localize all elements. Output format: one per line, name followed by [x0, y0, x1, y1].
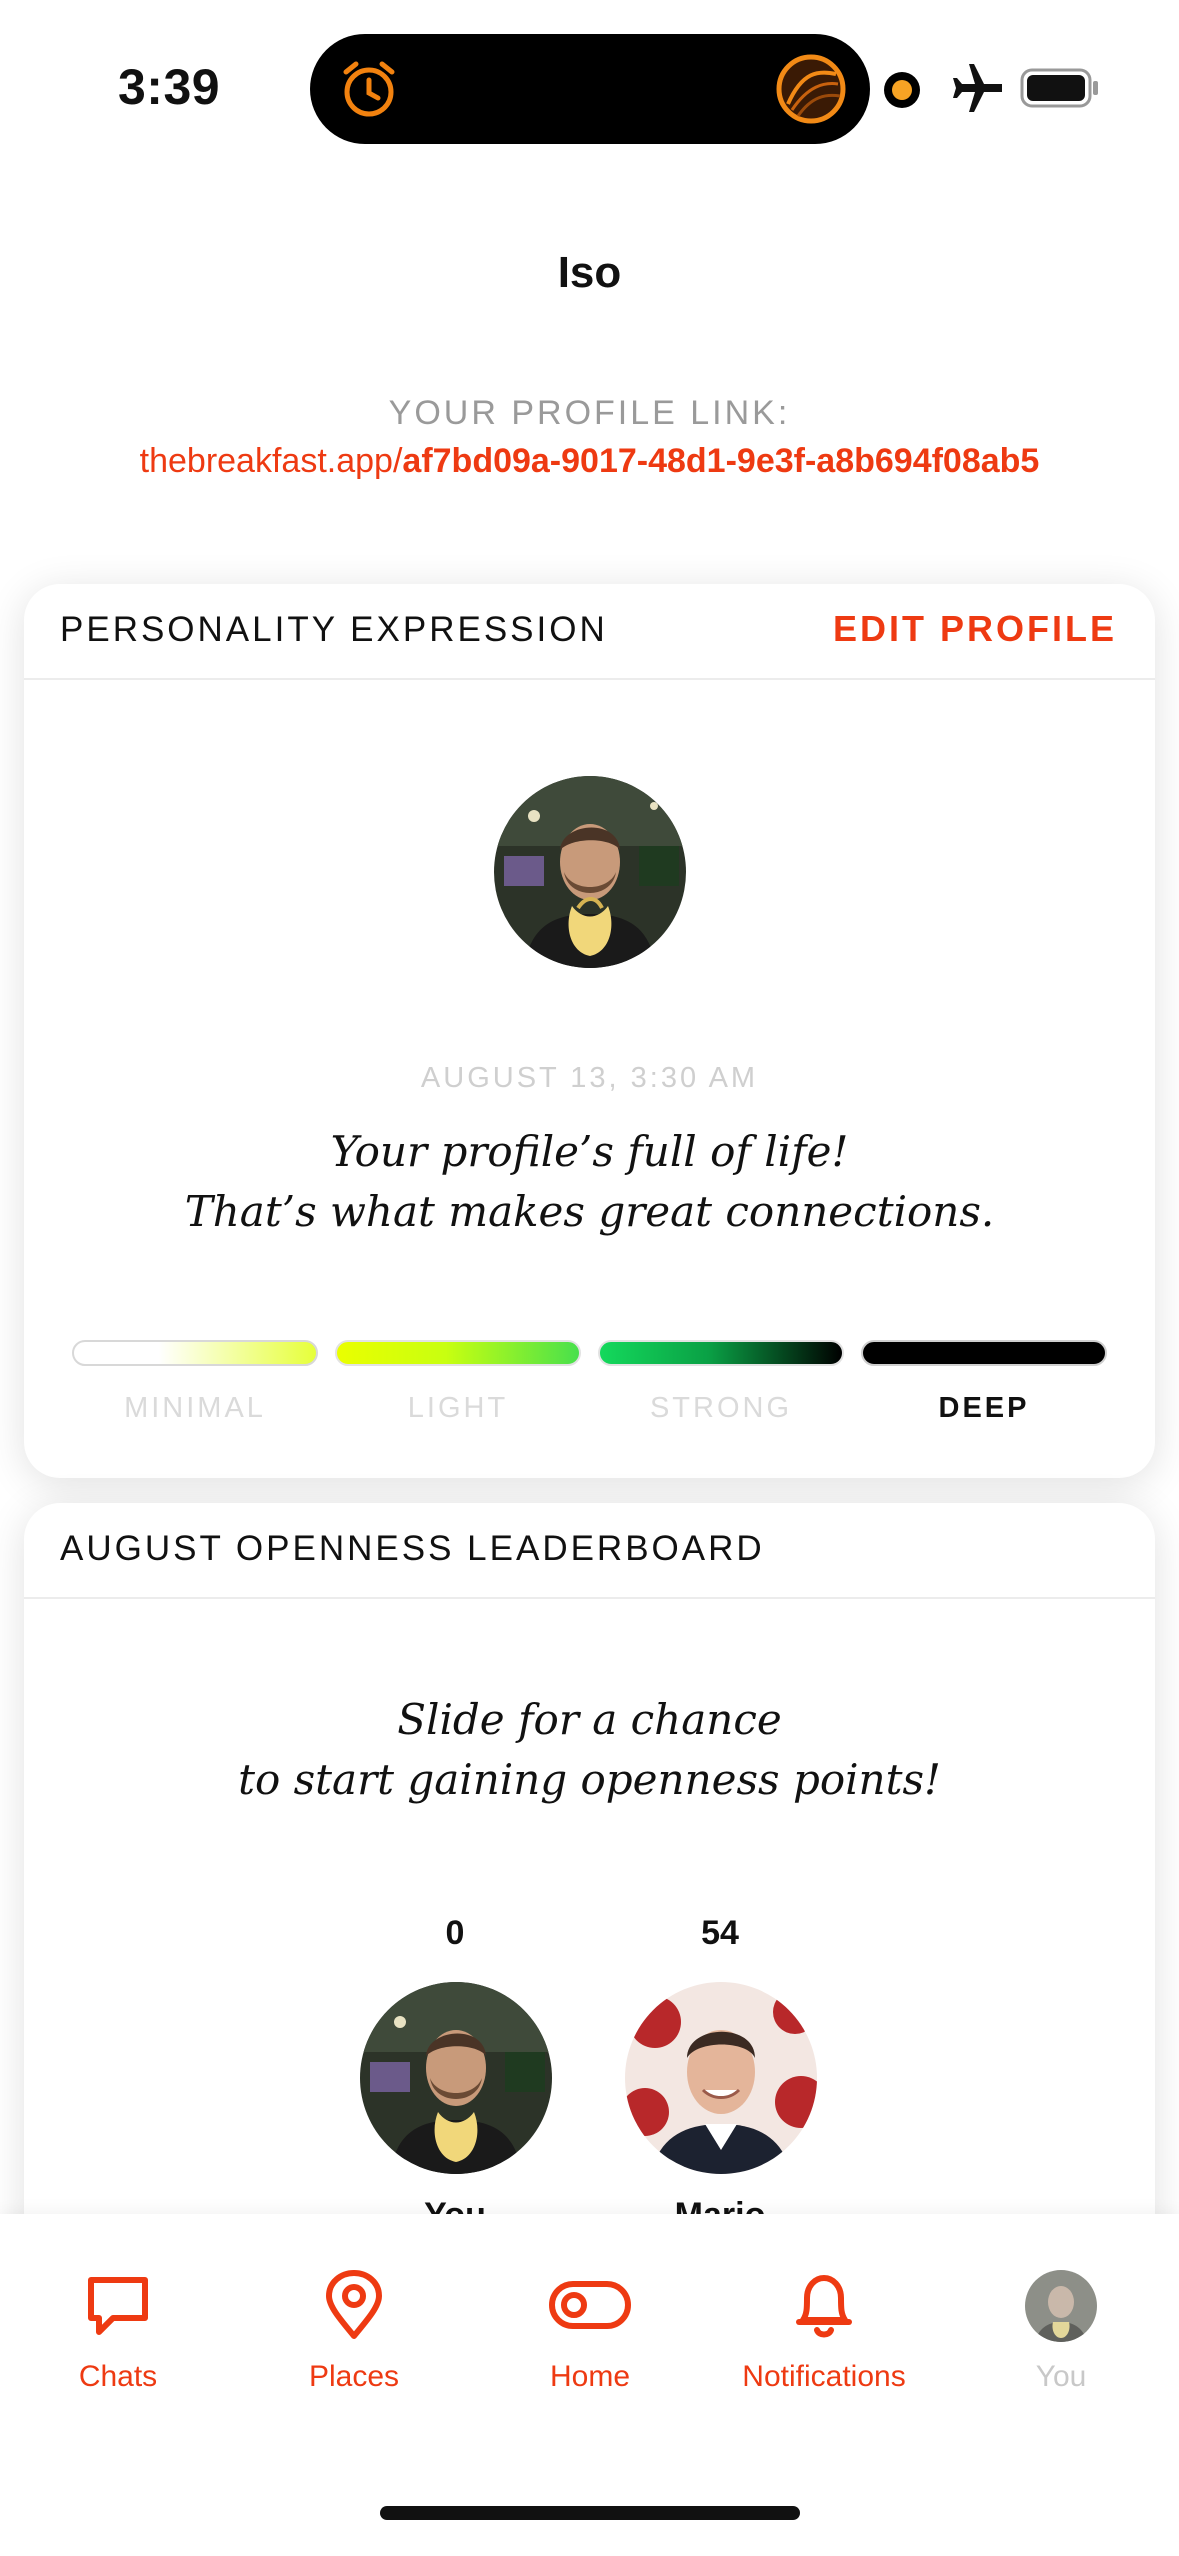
battery-icon: [1020, 68, 1100, 108]
personality-message: Your profile’s full of life! That’s what…: [24, 1122, 1155, 1242]
airplane-icon: [950, 60, 1006, 116]
scale-label-light: LIGHT: [407, 1392, 509, 1424]
map-pin-icon: [319, 2270, 389, 2340]
personality-message-line1: Your profile’s full of life!: [330, 1127, 849, 1176]
tab-home-label: Home: [549, 2360, 631, 2393]
leaderboard-message-line2: to start gaining openness points!: [238, 1755, 941, 1804]
status-bar: 3:39: [0, 0, 1179, 160]
personality-card-title: PERSONALITY EXPRESSION: [60, 610, 608, 649]
tab-places-label: Places: [308, 2360, 400, 2393]
tab-bar: Chats Places Home Notifications You: [0, 2214, 1179, 2556]
profile-updated-date: AUGUST 13, 3:30 AM: [420, 1062, 759, 1094]
tab-you-label: You: [1035, 2360, 1087, 2393]
personality-card-header: PERSONALITY EXPRESSION EDIT PROFILE: [24, 584, 1155, 680]
scale-segment-minimal: [72, 1340, 318, 1366]
tab-places[interactable]: Places: [236, 2262, 472, 2412]
edit-profile-button[interactable]: EDIT PROFILE: [833, 608, 1117, 650]
profile-avatar: [494, 776, 686, 968]
tab-chats-label: Chats: [78, 2360, 158, 2393]
tab-notifications[interactable]: Notifications: [706, 2262, 942, 2412]
leaderboard-message-line1: Slide for a chance: [397, 1695, 782, 1744]
profile-link[interactable]: thebreakfast.app/af7bd09a-9017-48d1-9e3f…: [0, 442, 1179, 481]
recording-dot-icon: [884, 72, 920, 108]
scale-label-minimal: MINIMAL: [124, 1392, 266, 1424]
toggle-icon: [548, 2270, 632, 2340]
personality-card: PERSONALITY EXPRESSION EDIT PROFILE AUGU…: [24, 584, 1155, 1478]
leaderboard-score-mario: 54: [701, 1914, 739, 1952]
scale-segment-strong: [598, 1340, 844, 1366]
activity-ring-icon: [774, 52, 848, 126]
alarm-icon: [334, 54, 404, 124]
scale-label-strong: STRONG: [649, 1392, 793, 1424]
bell-icon: [789, 2270, 859, 2340]
page-title: Iso: [557, 248, 622, 297]
leaderboard-avatar-mario[interactable]: [625, 1982, 817, 2174]
profile-link-id: af7bd09a-9017-48d1-9e3f-a8b694f08ab5: [402, 442, 1040, 480]
leaderboard-score-you: 0: [445, 1914, 465, 1952]
dynamic-island: [310, 34, 870, 144]
tab-notifications-label: Notifications: [742, 2360, 906, 2393]
leaderboard-card-header: AUGUST OPENNESS LEADERBOARD: [24, 1503, 1155, 1599]
tab-you[interactable]: You: [943, 2262, 1179, 2412]
personality-message-line2: That’s what makes great connections.: [184, 1187, 995, 1236]
home-indicator[interactable]: [380, 2506, 800, 2520]
leaderboard-card-title: AUGUST OPENNESS LEADERBOARD: [60, 1529, 765, 1568]
expression-scale: [72, 1340, 1108, 1370]
leaderboard-message: Slide for a chance to start gaining open…: [24, 1690, 1155, 1810]
tab-home[interactable]: Home: [472, 2262, 708, 2412]
profile-link-domain: thebreakfast.app/: [139, 442, 403, 480]
profile-link-label: YOUR PROFILE LINK:: [388, 394, 791, 432]
scale-segment-light: [335, 1340, 581, 1366]
scale-segment-deep: [861, 1340, 1107, 1366]
tab-chats[interactable]: Chats: [0, 2262, 236, 2412]
chat-bubble-icon: [83, 2270, 153, 2340]
status-time: 3:39: [118, 59, 221, 115]
avatar-icon: [1025, 2270, 1097, 2342]
leaderboard-avatar-you[interactable]: [360, 1982, 552, 2174]
scale-label-deep: DEEP: [938, 1392, 1030, 1424]
